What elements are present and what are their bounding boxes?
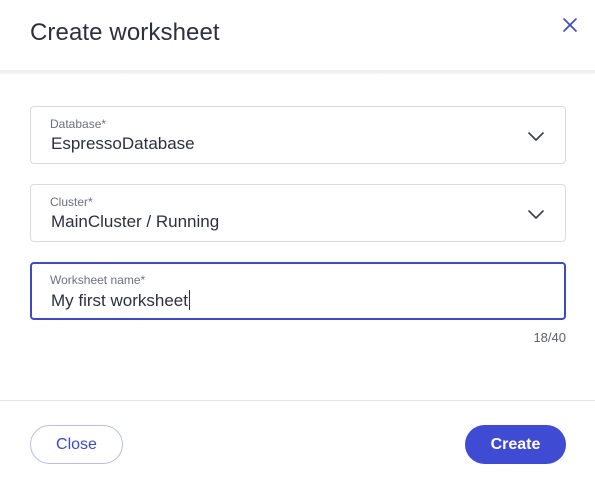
close-button[interactable]: Close	[30, 425, 123, 464]
character-counter: 18/40	[533, 330, 566, 345]
cluster-label: Cluster*	[50, 195, 93, 209]
worksheet-name-input[interactable]: My first worksheet	[51, 290, 190, 311]
header-divider	[0, 70, 595, 74]
create-worksheet-dialog: Create worksheet Database* EspressoDatab…	[0, 0, 595, 486]
worksheet-name-label: Worksheet name*	[50, 273, 146, 287]
close-icon[interactable]	[559, 14, 581, 36]
create-button[interactable]: Create	[465, 425, 566, 464]
database-label: Database*	[50, 117, 107, 131]
footer-divider	[0, 400, 595, 401]
chevron-down-icon[interactable]	[527, 127, 545, 145]
text-caret	[188, 290, 190, 310]
database-select[interactable]: Database* EspressoDatabase	[30, 106, 566, 164]
cluster-select[interactable]: Cluster* MainCluster / Running	[30, 184, 566, 242]
worksheet-name-field[interactable]: Worksheet name* My first worksheet	[30, 262, 566, 320]
worksheet-name-value: My first worksheet	[51, 291, 188, 310]
dialog-title: Create worksheet	[30, 19, 220, 46]
chevron-down-icon[interactable]	[527, 205, 545, 223]
database-value: EspressoDatabase	[51, 134, 195, 153]
cluster-value: MainCluster / Running	[51, 212, 220, 231]
dialog-header: Create worksheet	[0, 0, 595, 70]
